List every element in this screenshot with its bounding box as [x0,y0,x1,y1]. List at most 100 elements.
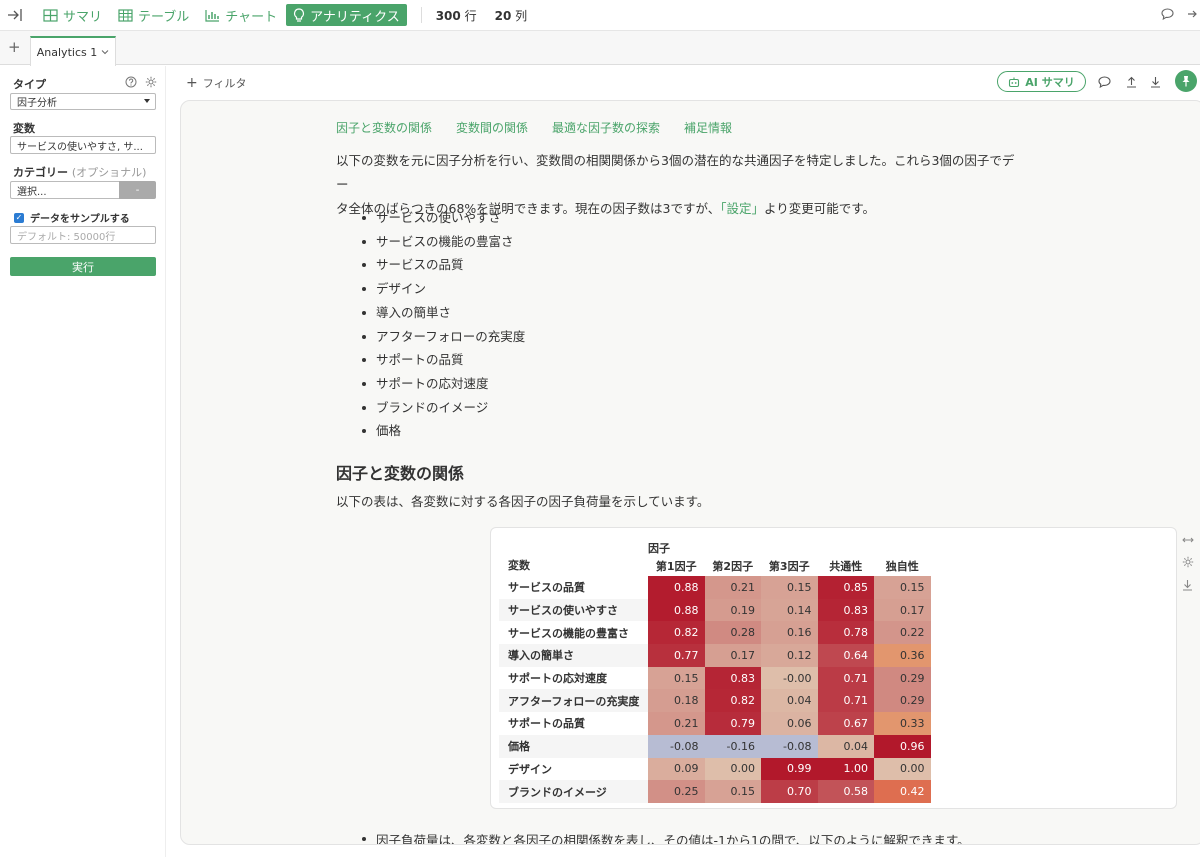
list-item: サポートの品質 [360,348,525,372]
upload-icon[interactable] [1126,76,1137,88]
settings-sidebar: タイプ 因子分析 変数 サービスの使いやすさ, サ... カテゴリー (オプショ… [0,66,166,857]
factor-group-header: 因子 [648,542,670,555]
variable-name-cell: サポートの品質 [508,717,585,731]
type-select[interactable]: 因子分析 [10,93,156,110]
tab-label: Analytics 1 [36,45,98,59]
section-link-supplementary[interactable]: 補足情報 [684,119,732,136]
resize-icon[interactable] [1182,534,1194,548]
loading-value-cell: 0.33 [874,712,931,735]
view-summary-button[interactable]: サマリ [36,4,109,26]
column-header: 第2因子 [712,560,754,573]
view-table-label: テーブル [138,9,190,25]
section-link-variable-relations[interactable]: 変数間の関係 [456,119,528,136]
view-chart-button[interactable]: チャート [198,4,284,26]
ai-summary-button[interactable]: AI サマリ [997,71,1086,92]
comment-icon[interactable] [1098,76,1111,88]
view-chart-label: チャート [225,9,278,25]
list-item: アフターフォローの充実度 [360,325,525,349]
loading-value-cell: 0.64 [817,644,874,667]
table-row: サポートの品質 0.21 0.79 0.06 0.67 0.33 [499,712,931,735]
filter-button[interactable]: + フィルタ [186,75,247,91]
top-toolbar: サマリ テーブル チャート アナリティクス 300 行 20 列 [0,0,1200,31]
loading-value-cell: 0.15 [874,576,931,599]
category-clear-button[interactable]: - [119,181,156,199]
loading-value-cell: 0.19 [704,598,761,622]
variable-name-cell: サービスの機能の豊富さ [508,626,629,640]
loading-value-cell: 0.79 [704,712,761,735]
loading-value-cell: 0.71 [817,666,874,690]
section-link-optimal-factors[interactable]: 最適な因子数の探索 [552,119,660,136]
category-label: カテゴリー (オプショナル) [13,166,147,179]
expand-icon[interactable] [1188,8,1198,23]
list-item: 導入の簡単さ [360,301,525,325]
loading-value-cell: 0.15 [648,666,705,690]
filter-label: フィルタ [202,77,247,90]
view-analytics-button[interactable]: アナリティクス [286,4,407,26]
column-header: 独自性 [885,560,919,573]
loading-value-cell: 0.71 [817,689,874,713]
download-icon[interactable] [1182,579,1194,594]
sample-checkbox[interactable]: ✓ [14,212,24,223]
chevron-down-icon[interactable] [101,49,109,55]
loading-value-cell: 0.88 [648,598,705,622]
column-count: 20 列 [494,8,528,23]
table-row: サポートの応対速度 0.15 0.83 -0.00 0.71 0.29 [499,666,931,690]
variable-name-cell: ブランドのイメージ [499,780,648,803]
download-icon[interactable] [1150,76,1161,88]
loading-value-cell: -0.08 [648,734,705,758]
loading-value-cell: 0.04 [761,689,818,713]
variable-name-cell: サービスの品質 [508,581,585,595]
list-item: サポートの応対速度 [360,372,525,396]
variable-name-cell: サービスの使いやすさ [499,598,648,622]
loading-value-cell: 0.99 [761,757,818,781]
loading-value-cell: 0.29 [874,689,931,713]
loading-value-cell: 0.82 [704,689,761,713]
variable-name-cell: アフターフォローの充実度 [499,689,648,713]
plus-icon: + [186,75,198,91]
variable-list: サービスの使いやすさ サービスの機能の豊富さ サービスの品質 デザイン 導入の簡… [360,206,525,443]
loading-value-cell: 0.67 [817,712,874,735]
loading-value-cell: 0.00 [704,757,761,781]
loading-value-cell: -0.16 [704,734,761,758]
table-row: 価格 -0.08 -0.16 -0.08 0.04 0.96 [499,734,931,758]
pin-icon [1181,75,1191,87]
loading-value-cell: 0.22 [874,621,931,645]
category-select[interactable]: 選択... [10,181,119,199]
table-row: サービスの品質 0.88 0.21 0.15 0.85 0.15 [499,576,931,599]
loading-value-cell: 0.58 [817,780,874,803]
loading-value-cell: 0.85 [817,576,874,599]
sample-option[interactable]: ✓ データをサンプルする [14,210,130,225]
list-item: 価格 [360,419,525,443]
loading-value-cell: 0.18 [648,689,705,713]
loading-value-cell: 0.25 [648,780,705,803]
settings-link[interactable]: 「設定」 [720,201,764,216]
variable-name-cell: デザイン [508,762,552,776]
pin-button[interactable] [1175,70,1197,92]
sidebar-collapse-icon[interactable] [2,0,28,31]
gear-icon[interactable] [1182,556,1194,571]
variables-input[interactable]: サービスの使いやすさ, サ... [10,136,156,154]
column-header: 第3因子 [768,560,810,573]
list-item: サービスの機能の豊富さ [360,230,525,254]
list-item: ブランドのイメージ [360,396,525,420]
sample-size-input[interactable]: デフォルト: 50000行 [10,226,156,244]
gear-icon[interactable] [145,76,157,91]
comment-icon[interactable] [1161,8,1174,23]
summary-icon [43,8,58,22]
note-text: 因子負荷量は、各変数と各因子の相関係数を表し、その値は-1から1の間で、以下のよ… [360,830,970,844]
add-tab-icon[interactable]: + [8,40,21,55]
variable-name-cell: 価格 [499,734,648,758]
help-icon[interactable] [125,76,137,91]
run-button[interactable]: 実行 [10,257,156,276]
category-field: 選択... - [10,181,156,199]
section-link-factor-variable[interactable]: 因子と変数の関係 [336,119,432,136]
ai-summary-label: AI サマリ [1025,75,1075,89]
loading-value-cell: 0.14 [761,598,818,622]
type-select-value: 因子分析 [17,98,57,109]
view-table-button[interactable]: テーブル [111,4,196,26]
chart-icon [205,9,220,22]
toolbar-divider [420,7,422,23]
table-row: ブランドのイメージ 0.25 0.15 0.70 0.58 0.42 [499,780,931,803]
loading-value-cell: 0.21 [648,712,705,735]
tab-analytics-1[interactable]: Analytics 1 [30,36,116,66]
